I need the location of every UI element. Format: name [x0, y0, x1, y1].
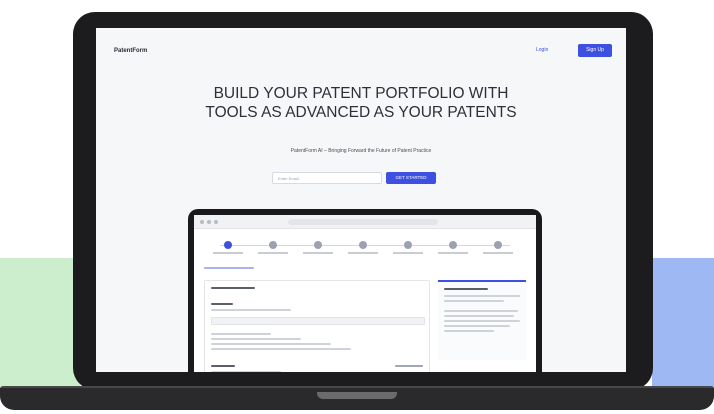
field-hint	[211, 371, 281, 372]
step-label	[438, 252, 468, 254]
tips-heading	[444, 288, 488, 290]
step-indicator	[494, 241, 502, 249]
step-indicator	[404, 241, 412, 249]
form-card	[204, 280, 430, 372]
field-label	[211, 303, 233, 305]
tips-text	[444, 330, 494, 332]
field-text	[211, 333, 271, 335]
blue-background-band	[652, 258, 714, 398]
app-preview-frame	[188, 209, 542, 372]
brand-logo[interactable]: PatentForm	[114, 48, 147, 54]
app-preview-screen	[194, 215, 536, 372]
step-indicator	[359, 241, 367, 249]
window-dot-icon	[214, 220, 218, 224]
site-navbar: PatentForm Login Sign Up	[96, 28, 626, 74]
field-text	[211, 338, 301, 340]
tips-text	[444, 320, 520, 322]
laptop-screen: PatentForm Login Sign Up BUILD YOUR PATE…	[96, 28, 626, 372]
add-field-link[interactable]	[395, 365, 423, 367]
get-started-button[interactable]: GET STARTED	[386, 172, 436, 184]
tips-text	[444, 295, 520, 297]
step-indicator	[269, 241, 277, 249]
field-text	[211, 343, 331, 345]
step-label	[303, 252, 333, 254]
window-dot-icon	[200, 220, 204, 224]
laptop-notch	[317, 392, 397, 399]
side-tips-panel	[438, 280, 526, 360]
form-input[interactable]	[211, 317, 425, 325]
email-input[interactable]: Enter Email	[272, 172, 382, 184]
browser-toolbar	[194, 215, 536, 229]
step-label	[258, 252, 288, 254]
field-text	[211, 348, 351, 350]
green-background-band	[0, 258, 80, 398]
step-label	[483, 252, 513, 254]
form-breadcrumb	[204, 267, 254, 269]
step-label	[393, 252, 423, 254]
step-label	[213, 252, 243, 254]
step-indicator	[314, 241, 322, 249]
field-hint	[211, 309, 291, 311]
tips-text	[444, 325, 510, 327]
hero-subtitle: PatentForm AI – Bringing Forward the Fut…	[290, 148, 432, 154]
step-indicator	[224, 241, 232, 249]
tips-text	[444, 300, 504, 302]
login-link[interactable]: Login	[536, 47, 548, 53]
tips-text	[444, 310, 518, 312]
signup-button[interactable]: Sign Up	[578, 44, 612, 57]
url-bar	[288, 219, 438, 225]
window-dot-icon	[207, 220, 211, 224]
form-heading	[211, 287, 255, 289]
field-label	[211, 365, 235, 367]
tips-text	[444, 315, 514, 317]
hero-title: BUILD YOUR PATENT PORTFOLIO WITH TOOLS A…	[205, 85, 517, 121]
step-indicator	[449, 241, 457, 249]
step-label	[348, 252, 378, 254]
